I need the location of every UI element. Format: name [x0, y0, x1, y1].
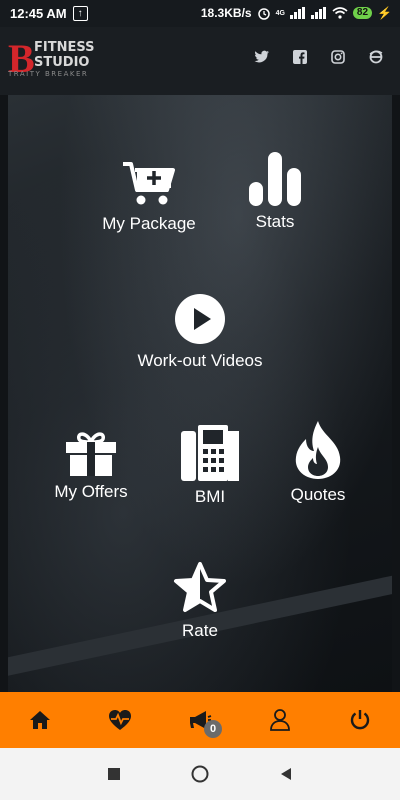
- logo-line1: FITNESS: [34, 40, 95, 55]
- signal-2-icon: [310, 7, 326, 19]
- power-icon[interactable]: [340, 700, 380, 740]
- notifications-button[interactable]: 0: [180, 700, 222, 740]
- my-package-label: My Package: [102, 214, 196, 233]
- bottom-nav: 0: [0, 692, 400, 748]
- logo-line2: STUDIO: [34, 55, 90, 70]
- dashboard-panel: My Package Stats Work-out Videos My Offe…: [8, 95, 392, 692]
- system-nav-bar: [0, 748, 400, 800]
- network-type: 4G: [275, 9, 285, 17]
- quotes-button[interactable]: Quotes: [276, 421, 360, 505]
- status-bar: 12:45 AM ↑ 18.3KB/s 4G 82 ⚡: [0, 0, 400, 27]
- fire-icon: [295, 421, 341, 479]
- notification-badge: 0: [204, 720, 222, 738]
- bmi-label: BMI: [194, 487, 226, 506]
- user-icon[interactable]: [260, 700, 300, 740]
- bmi-button[interactable]: BMI: [175, 425, 245, 507]
- stats-button[interactable]: Stats: [230, 152, 320, 232]
- heartbeat-icon[interactable]: [100, 700, 140, 740]
- alarm-icon: [257, 8, 270, 20]
- twitter-icon[interactable]: [254, 49, 270, 65]
- net-speed: 18.3KB/s: [200, 6, 252, 20]
- my-offers-button[interactable]: My Offers: [46, 430, 136, 502]
- workout-videos-label: Work-out Videos: [137, 351, 263, 370]
- app-header: B FITNESS STUDIO TRAITY BREAKER: [0, 27, 400, 95]
- brand-logo[interactable]: B FITNESS STUDIO TRAITY BREAKER: [8, 39, 98, 83]
- signal-icon: [289, 7, 305, 19]
- charging-icon: ⚡: [377, 6, 392, 20]
- quotes-label: Quotes: [290, 485, 346, 504]
- recents-icon[interactable]: [107, 767, 121, 781]
- rate-label: Rate: [182, 621, 218, 640]
- wifi-icon: [332, 7, 348, 19]
- bar-chart-icon: [249, 152, 301, 206]
- logo-tagline: TRAITY BREAKER: [8, 70, 89, 78]
- battery-icon: 82: [352, 7, 373, 19]
- instagram-icon[interactable]: [330, 49, 346, 65]
- my-offers-label: My Offers: [54, 482, 128, 501]
- workout-videos-button[interactable]: Work-out Videos: [125, 293, 275, 371]
- facebook-icon[interactable]: [292, 49, 308, 65]
- calculator-icon: [181, 425, 239, 481]
- my-package-button[interactable]: My Package: [94, 160, 204, 234]
- status-right: 18.3KB/s 4G 82 ⚡: [201, 6, 392, 20]
- social-links: [254, 49, 384, 65]
- gift-icon: [66, 432, 116, 476]
- play-icon: [175, 294, 225, 344]
- rate-button[interactable]: Rate: [160, 561, 240, 641]
- star-half-icon: [174, 562, 226, 612]
- web-icon[interactable]: [368, 49, 384, 65]
- status-time: 12:45 AM: [10, 6, 67, 21]
- cart-add-icon: [123, 162, 175, 205]
- home-circle-icon[interactable]: [191, 765, 209, 783]
- upload-icon: ↑: [72, 6, 88, 21]
- stats-label: Stats: [255, 212, 295, 231]
- back-icon[interactable]: [279, 767, 293, 781]
- home-icon[interactable]: [20, 700, 60, 740]
